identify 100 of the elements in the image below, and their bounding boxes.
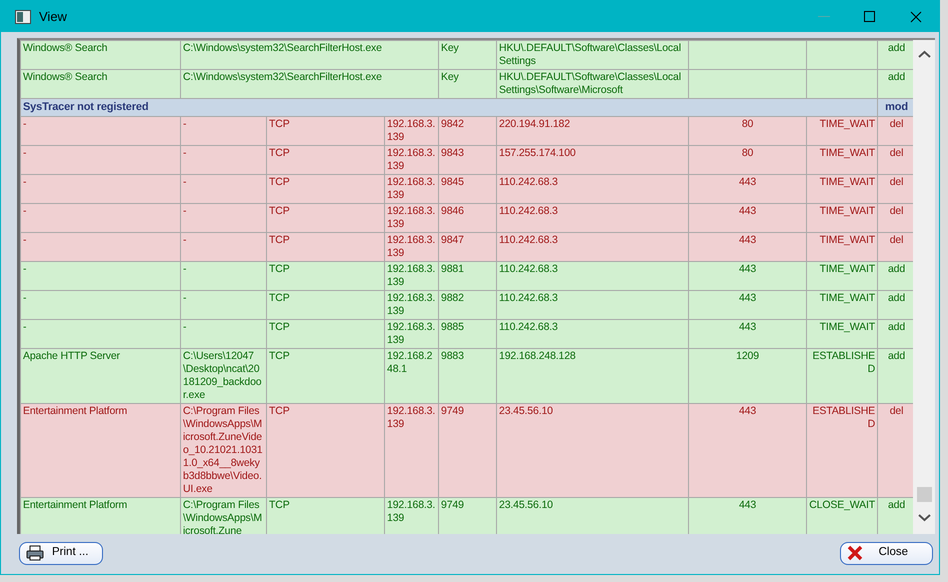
table-cell: 192.168.3.139 — [384, 232, 439, 262]
table-cell: 9882 — [438, 290, 497, 320]
table-cell: 1209 — [688, 348, 807, 404]
printer-icon — [26, 545, 44, 561]
window-icon — [15, 10, 31, 24]
table-cell: - — [180, 262, 266, 290]
table-cell: add — [878, 348, 914, 404]
table-cell: 110.242.68.3 — [496, 262, 689, 290]
table-cell: - — [20, 116, 180, 146]
table-cell: 110.242.68.3 — [496, 232, 689, 262]
table-cell: C:\Program Files\WindowsApps\Microsoft.ZuneVideo_10.21021.10311.0_x64__8wekyb3d8bbwe\Video.UI.exe — [180, 404, 266, 498]
table-cell: TCP — [266, 174, 384, 204]
table-cell: CLOSE_WAIT — [806, 498, 878, 534]
table-cell: Entertainment Platform — [20, 498, 180, 534]
table-cell: Apache HTTP Server — [20, 348, 180, 404]
table-cell: 23.45.56.10 — [496, 498, 689, 534]
minimize-icon — [818, 16, 830, 18]
table-cell: - — [20, 320, 180, 348]
table-cell: add — [878, 262, 914, 290]
table-cell: TIME_WAIT — [806, 146, 878, 174]
scroll-thumb[interactable] — [916, 487, 932, 502]
table-cell: 443 — [688, 404, 807, 498]
table-cell: ESTABLISHED — [806, 348, 878, 404]
table-cell: 192.168.3.139 — [384, 174, 439, 204]
table-cell: del — [878, 404, 914, 498]
close-dialog-button[interactable]: Close — [840, 542, 933, 564]
table-cell: TCP — [266, 204, 384, 232]
group-header: SysTracer not registered — [20, 98, 878, 116]
table-cell: del — [878, 232, 914, 262]
table-cell: - — [20, 262, 180, 290]
table-cell: TCP — [266, 262, 384, 290]
scroll-down-icon[interactable] — [918, 514, 931, 522]
table-cell: 192.168.3.139 — [384, 262, 439, 290]
table-cell: TIME_WAIT — [806, 174, 878, 204]
table-cell: TCP — [266, 116, 384, 146]
table-cell: TIME_WAIT — [806, 262, 878, 290]
table-cell: 9846 — [438, 204, 497, 232]
table-cell: 80 — [688, 146, 807, 174]
maximize-icon — [864, 10, 876, 22]
table-cell: 110.242.68.3 — [496, 204, 689, 232]
table-cell: 9881 — [438, 262, 497, 290]
table-cell: 192.168.3.139 — [384, 320, 439, 348]
table-cell: add — [878, 498, 914, 534]
table-cell: - — [180, 232, 266, 262]
table-cell: 443 — [688, 320, 807, 348]
table-cell: Key — [438, 70, 497, 98]
table-cell: - — [180, 320, 266, 348]
table-cell: TIME_WAIT — [806, 320, 878, 348]
table-cell: TCP — [266, 232, 384, 262]
table-cell: - — [20, 174, 180, 204]
close-icon — [910, 10, 922, 22]
print-button[interactable]: Print ... — [19, 542, 104, 564]
table-cell: 443 — [688, 204, 807, 232]
table-cell: 192.168.3.139 — [384, 290, 439, 320]
table-cell: 192.168.248.128 — [496, 348, 689, 404]
table-cell: 23.45.56.10 — [496, 404, 689, 498]
table-cell: Entertainment Platform — [20, 404, 180, 498]
table-cell: - — [180, 290, 266, 320]
table-cell: Windows® Search — [20, 40, 180, 70]
table-cell: - — [180, 116, 266, 146]
table-cell: 110.242.68.3 — [496, 174, 689, 204]
window-title: View — [39, 8, 67, 26]
table-cell: - — [180, 204, 266, 232]
table-cell: 9749 — [438, 498, 497, 534]
table-cell: del — [878, 204, 914, 232]
scroll-up-icon[interactable] — [918, 50, 931, 58]
table-cell: ESTABLISHED — [806, 404, 878, 498]
table-cell: del — [878, 146, 914, 174]
table-cell: 443 — [688, 498, 807, 534]
table-cell: HKU\.DEFAULT\Software\Classes\Local Settings — [496, 40, 689, 70]
table-cell: 192.168.3.139 — [384, 146, 439, 174]
table-cell: 192.168.3.139 — [384, 498, 439, 534]
table-cell: 9883 — [438, 348, 497, 404]
table-cell: C:\Program Files\WindowsApps\Microsoft.Zune — [180, 498, 266, 534]
table-cell: C:\Users\12047\Desktop\ncat\20181209_backdoor.exe — [180, 348, 266, 404]
table-cell: 9749 — [438, 404, 497, 498]
table-cell: 157.255.174.100 — [496, 146, 689, 174]
table-cell: - — [20, 232, 180, 262]
table-cell: 110.242.68.3 — [496, 320, 689, 348]
close-x-icon — [846, 545, 863, 561]
table-cell: 9885 — [438, 320, 497, 348]
table-cell: 443 — [688, 232, 807, 262]
table-cell: add — [878, 290, 914, 320]
table-cell: 443 — [688, 174, 807, 204]
table-cell: Key — [438, 40, 497, 70]
table-cell: - — [180, 146, 266, 174]
table-cell: HKU\.DEFAULT\Software\Classes\Local Settings\Software\Microsoft — [496, 70, 689, 98]
table-cell: 443 — [688, 290, 807, 320]
table-cell: 192.168.3.139 — [384, 116, 439, 146]
table-cell: TCP — [266, 498, 384, 534]
table-cell: - — [20, 146, 180, 174]
table-cell: 9845 — [438, 174, 497, 204]
table-cell: TCP — [266, 290, 384, 320]
table-cell: del — [878, 174, 914, 204]
table-cell: C:\Windows\system32\SearchFilterHost.exe — [180, 40, 439, 70]
table-cell: - — [180, 174, 266, 204]
table-cell: 192.168.3.139 — [384, 404, 439, 498]
table-cell: 80 — [688, 116, 807, 146]
table-cell: del — [878, 116, 914, 146]
table-cell: 9843 — [438, 146, 497, 174]
